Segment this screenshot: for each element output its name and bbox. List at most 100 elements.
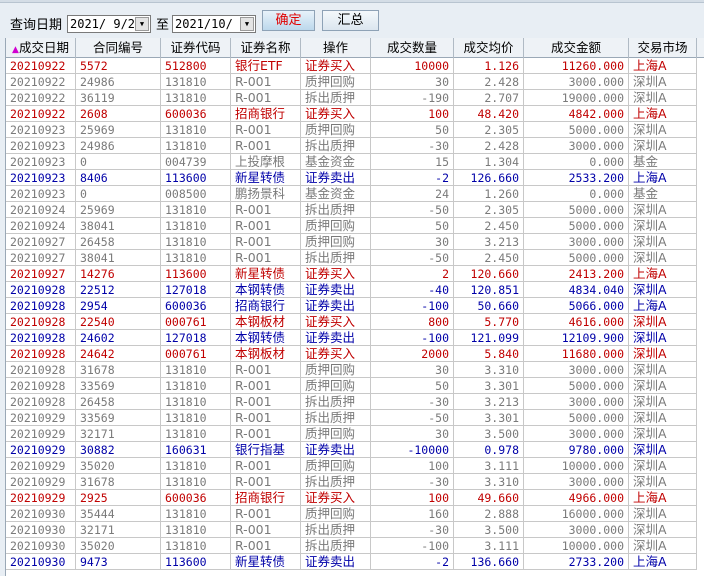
cell-trade-date: 20210923 (6, 170, 76, 186)
confirm-button[interactable]: 确定 (262, 10, 315, 31)
cell-avg-price: 1.260 (454, 186, 524, 202)
table-row[interactable]: 20210928 26458 131810 R-001 拆出质押 -30 3.213 3000… (6, 394, 704, 410)
cell-operation: 拆出质押 (301, 474, 371, 490)
cell-security-code: 131810 (161, 90, 231, 106)
table-row[interactable]: 20210930 35020 131810 R-001 拆出质押 -100 3.111 100… (6, 538, 704, 554)
cell-amount: 19000.000 (524, 90, 629, 106)
start-date-picker[interactable]: 2021/ 9/20 ▼ (67, 15, 151, 33)
table-row[interactable]: 20210928 24602 127018 本钢转债 证券卖出 -100 121.099 12… (6, 330, 704, 346)
table-row[interactable]: 20210924 25969 131810 R-001 拆出质押 -50 2.305 5000… (6, 202, 704, 218)
cell-trade-date: 20210930 (6, 538, 76, 554)
cell-quantity: 30 (371, 362, 454, 378)
table-row[interactable]: 20210922 36119 131810 R-001 拆出质押 -190 2.707 190… (6, 90, 704, 106)
cell-trade-date: 20210923 (6, 138, 76, 154)
table-row[interactable]: 20210929 2925 600036 招商银行 证券买入 100 49.660 4966.… (6, 490, 704, 506)
table-row[interactable]: 20210928 31678 131810 R-001 质押回购 30 3.310 3000.… (6, 362, 704, 378)
cell-operation: 证券卖出 (301, 170, 371, 186)
cell-quantity: 800 (371, 314, 454, 330)
table-row[interactable]: 20210922 2608 600036 招商银行 证券买入 100 48.420 4842.… (6, 106, 704, 122)
column-header-operation[interactable]: 操作 (301, 38, 371, 58)
cell-operation: 证券买入 (301, 490, 371, 506)
table-row[interactable]: 20210928 2954 600036 招商银行 证券卖出 -100 50.660 5066… (6, 298, 704, 314)
cell-contract-no: 22540 (76, 314, 161, 330)
cell-amount: 2733.200 (524, 554, 629, 570)
chevron-down-icon[interactable]: ▼ (240, 17, 254, 31)
cell-contract-no: 35020 (76, 458, 161, 474)
cell-trade-date: 20210923 (6, 186, 76, 202)
table-row[interactable]: 20210923 0 004739 上投摩根 基金资金 15 1.304 0.000 基金 (6, 154, 704, 170)
table-row[interactable]: 20210927 26458 131810 R-001 质押回购 30 3.213 3000.… (6, 234, 704, 250)
table-row[interactable]: 20210928 24642 000761 本钢板材 证券买入 2000 5.840 1168… (6, 346, 704, 362)
cell-quantity: 30 (371, 74, 454, 90)
cell-quantity: 50 (371, 218, 454, 234)
cell-contract-no: 33569 (76, 410, 161, 426)
table-row[interactable]: 20210928 22540 000761 本钢板材 证券买入 800 5.770 4616.… (6, 314, 704, 330)
cell-security-code: 600036 (161, 490, 231, 506)
table-row[interactable]: 20210929 32171 131810 R-001 质押回购 30 3.500 3000.… (6, 426, 704, 442)
table-row[interactable]: 20210927 38041 131810 R-001 拆出质押 -50 2.450 5000… (6, 250, 704, 266)
table-row[interactable]: 20210928 22512 127018 本钢转债 证券卖出 -40 120.851 483… (6, 282, 704, 298)
table-row[interactable]: 20210929 30882 160631 银行指基 证券卖出 -10000 0.978 97… (6, 442, 704, 458)
cell-security-code: 131810 (161, 458, 231, 474)
cell-quantity: -50 (371, 410, 454, 426)
cell-contract-no: 0 (76, 186, 161, 202)
cell-operation: 拆出质押 (301, 410, 371, 426)
cell-avg-price: 2.428 (454, 138, 524, 154)
table-row[interactable]: 20210930 9473 113600 新星转债 证券卖出 -2 136.660 2733.… (6, 554, 704, 570)
cell-trade-date: 20210928 (6, 362, 76, 378)
window-top-border (0, 0, 704, 3)
table-row[interactable]: 20210923 25969 131810 R-001 质押回购 50 2.305 5000.… (6, 122, 704, 138)
cell-trade-date: 20210928 (6, 282, 76, 298)
table-row[interactable]: 20210922 24986 131810 R-001 质押回购 30 2.428 3000.… (6, 74, 704, 90)
cell-security-name: 本钢板材 (231, 346, 301, 362)
cell-quantity: 2 (371, 266, 454, 282)
cell-quantity: 50 (371, 378, 454, 394)
column-header-market[interactable]: 交易市场 (629, 38, 697, 58)
table-row[interactable]: 20210924 38041 131810 R-001 质押回购 50 2.450 5000.… (6, 218, 704, 234)
table-row[interactable]: 20210922 5572 512800 银行ETF 证券买入 10000 1.126 112… (6, 58, 704, 74)
cell-operation: 证券买入 (301, 106, 371, 122)
cell-security-name: R-001 (231, 426, 301, 442)
cell-security-code: 131810 (161, 538, 231, 554)
summary-button[interactable]: 汇总 (322, 10, 379, 31)
end-date-picker[interactable]: 2021/10/ 3 ▼ (172, 15, 256, 33)
cell-security-code: 008500 (161, 186, 231, 202)
table-row[interactable]: 20210927 14276 113600 新星转债 证券买入 2 120.660 2413.… (6, 266, 704, 282)
table-row[interactable]: 20210928 33569 131810 R-001 质押回购 50 3.301 5000.… (6, 378, 704, 394)
column-header-trade-date[interactable]: ▲成交日期 (6, 38, 76, 58)
cell-operation: 证券卖出 (301, 330, 371, 346)
cell-quantity: -100 (371, 538, 454, 554)
column-header-security-name[interactable]: 证券名称 (231, 38, 301, 58)
cell-trade-date: 20210930 (6, 522, 76, 538)
cell-trade-date: 20210922 (6, 74, 76, 90)
cell-quantity: -40 (371, 282, 454, 298)
chevron-down-icon[interactable]: ▼ (135, 17, 149, 31)
table-row[interactable]: 20210923 8406 113600 新星转债 证券卖出 -2 126.660 2533.… (6, 170, 704, 186)
cell-security-name: 招商银行 (231, 106, 301, 122)
table-row[interactable]: 20210923 0 008500 鹏扬景科 基金资金 24 1.260 0.000 基金 (6, 186, 704, 202)
cell-contract-no: 5572 (76, 58, 161, 74)
table-row[interactable]: 20210923 24986 131810 R-001 拆出质押 -30 2.428 3000… (6, 138, 704, 154)
cell-market: 深圳A (629, 458, 697, 474)
column-header-avg-price[interactable]: 成交均价 (454, 38, 524, 58)
column-header-security-code[interactable]: 证券代码 (161, 38, 231, 58)
table-row[interactable]: 20210930 35444 131810 R-001 质押回购 160 2.888 1600… (6, 506, 704, 522)
cell-operation: 拆出质押 (301, 90, 371, 106)
table-row[interactable]: 20210929 31678 131810 R-001 拆出质押 -30 3.310 3000… (6, 474, 704, 490)
column-header-contract-no[interactable]: 合同编号 (76, 38, 161, 58)
cell-amount: 0.000 (524, 154, 629, 170)
cell-market: 深圳A (629, 506, 697, 522)
cell-avg-price: 3.301 (454, 410, 524, 426)
cell-market: 上海A (629, 58, 697, 74)
cell-market: 深圳A (629, 442, 697, 458)
cell-market: 深圳A (629, 330, 697, 346)
table-row[interactable]: 20210929 35020 131810 R-001 质押回购 100 3.111 1000… (6, 458, 704, 474)
column-header-amount[interactable]: 成交金额 (524, 38, 629, 58)
table-row[interactable]: 20210929 33569 131810 R-001 拆出质押 -50 3.301 5000… (6, 410, 704, 426)
cell-market: 上海A (629, 170, 697, 186)
cell-security-name: R-001 (231, 74, 301, 90)
cell-amount: 5000.000 (524, 378, 629, 394)
column-header-quantity[interactable]: 成交数量 (371, 38, 454, 58)
table-row[interactable]: 20210930 32171 131810 R-001 拆出质押 -30 3.500 3000… (6, 522, 704, 538)
cell-contract-no: 24986 (76, 138, 161, 154)
